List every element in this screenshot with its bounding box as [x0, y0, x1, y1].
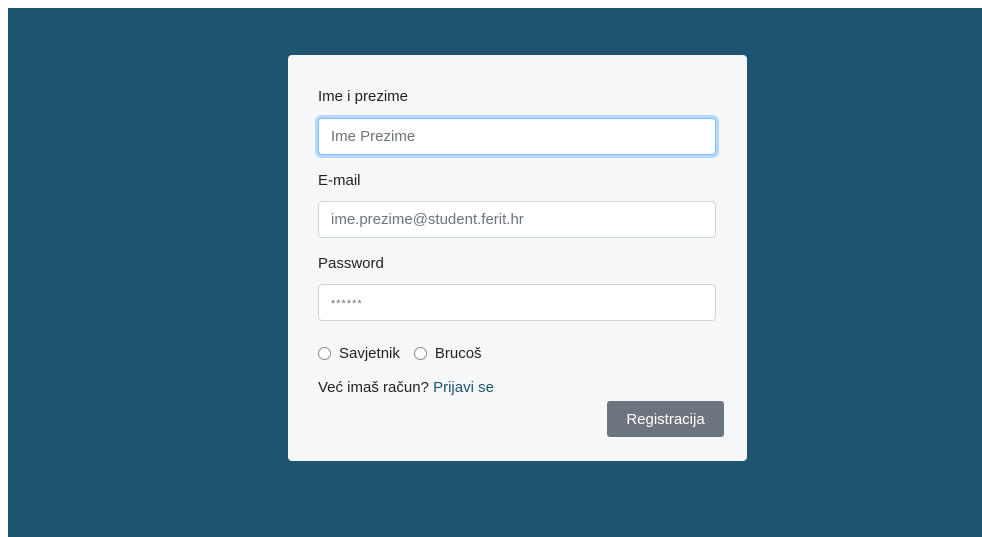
login-link[interactable]: Prijavi se: [433, 379, 494, 396]
radio-brucos[interactable]: [413, 347, 427, 360]
radio-savjetnik[interactable]: [318, 347, 331, 360]
registration-card: Ime i prezime E-mail Password Savjetnik …: [288, 55, 747, 461]
email-input[interactable]: [318, 201, 716, 238]
role-radio-group: Savjetnik Brucoš: [318, 345, 496, 362]
password-input[interactable]: [318, 284, 716, 321]
login-prompt-text: Već imaš račun?: [318, 379, 429, 396]
role-option-savjetnik[interactable]: Savjetnik: [318, 345, 400, 362]
email-label: E-mail: [318, 172, 361, 189]
register-button[interactable]: Registracija: [607, 401, 724, 437]
password-label: Password: [318, 255, 384, 272]
radio-savjetnik-label: Savjetnik: [339, 345, 400, 362]
name-label: Ime i prezime: [318, 88, 409, 105]
role-option-brucos[interactable]: Brucoš: [413, 345, 482, 362]
login-prompt-line: Već imaš račun? Prijavi se: [318, 379, 494, 396]
name-input[interactable]: [318, 118, 716, 155]
page-background: Ime i prezime E-mail Password Savjetnik …: [8, 8, 982, 537]
radio-brucos-label: Brucoš: [434, 345, 482, 362]
